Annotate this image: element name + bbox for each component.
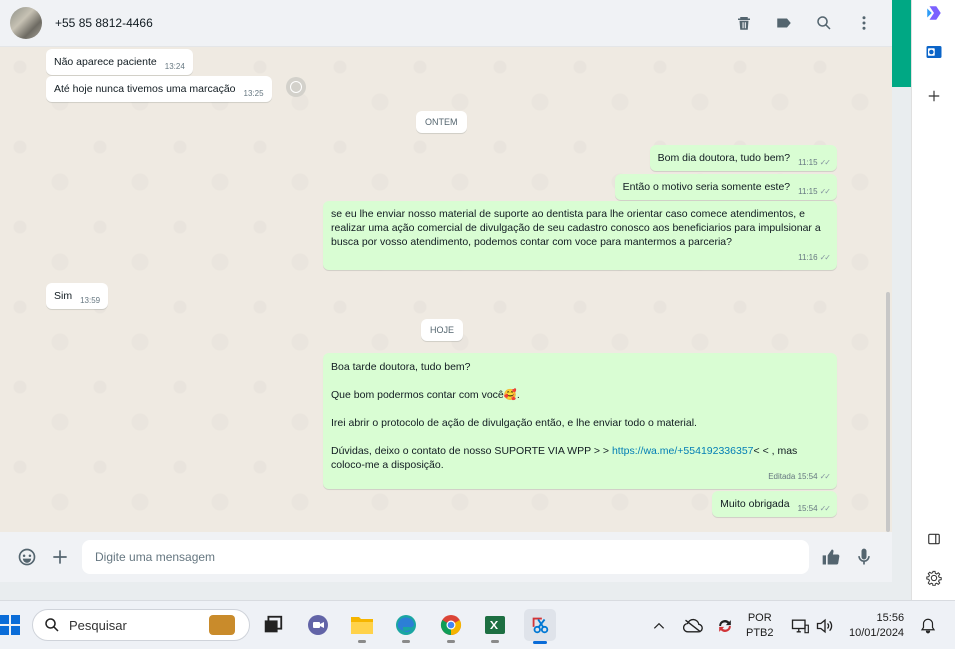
message-line: Boa tarde doutora, tudo bem? [331,361,471,373]
snipping-tool-icon[interactable] [524,609,556,644]
message-list[interactable]: Não aparece paciente 13:24 Até hoje nunca… [0,47,892,532]
attach-plus-icon[interactable] [49,546,71,568]
sidebar-toggle-icon[interactable] [924,529,944,549]
message-line: Que bom podermos contar com você🥰. [331,389,520,401]
thumbs-up-icon[interactable] [820,546,842,568]
message-text: Então o motivo seria somente este? [622,181,791,193]
chat-scrollbar[interactable] [886,292,890,532]
copilot-icon[interactable] [924,3,944,23]
taskbar-search[interactable]: Pesquisar [32,609,250,641]
chrome-icon[interactable] [437,611,465,643]
search-icon [45,618,59,632]
microphone-icon[interactable] [853,546,875,568]
clock[interactable]: 15:56 10/01/2024 [849,601,904,649]
sync-icon[interactable] [715,601,735,649]
react-emoji-icon[interactable] [286,77,306,97]
excel-icon[interactable] [481,611,509,643]
notification-bell-icon[interactable] [919,601,937,649]
edited-label: Editada [768,472,796,481]
windows-start-icon[interactable] [0,615,20,635]
message-line: Dúvidas, deixo o contato de nosso SUPORT… [331,444,829,472]
message-time: 15:54 [797,472,818,481]
message-text: Bom dia doutora, tudo bem? [657,152,791,164]
message-outgoing[interactable]: Muito obrigada 15:54 ✓✓ [712,491,837,517]
network-icon[interactable] [790,601,810,649]
read-ticks-icon: ✓✓ [819,472,831,481]
message-time: 11:15 [798,158,818,167]
message-text: Muito obrigada [720,498,790,510]
message-time: 13:25 [243,89,264,98]
support-link[interactable]: https://wa.me/+554192336357 [612,445,754,457]
volume-icon[interactable] [815,601,835,649]
outlook-icon[interactable] [924,42,944,62]
contact-name[interactable]: +55 85 8812-4466 [55,16,153,30]
emoji-icon[interactable] [16,546,38,568]
read-ticks-icon: ✓✓ [819,253,831,262]
add-icon[interactable] [924,86,944,106]
date-separator: ONTEM [416,111,467,133]
message-text: Dúvidas, deixo o contato de nosso SUPORT… [331,445,612,457]
chat-header: +55 85 8812-4466 [0,0,892,47]
message-outgoing[interactable]: Então o motivo seria somente este? 11:15 ✓… [614,174,837,200]
message-input[interactable] [82,540,809,574]
language-code: POR [747,611,772,624]
windows-taskbar: Pesquisar POR PTB2 15:56 10/01/2024 [0,600,955,649]
search-placeholder: Pesquisar [69,617,127,633]
message-outgoing[interactable]: Boa tarde doutora, tudo bem? Que bom pod… [323,353,837,489]
keyboard-layout: PTB2 [746,626,774,639]
message-line: Irei abrir o protocolo de ação de divulg… [331,417,697,429]
menu-icon[interactable] [854,12,874,34]
show-hidden-icons-chevron-icon[interactable] [652,601,666,649]
whatsapp-window: +55 85 8812-4466 Não aparece paciente 13:… [0,0,892,582]
label-icon[interactable] [774,12,794,34]
edge-browser-icon[interactable] [392,611,420,643]
file-explorer-icon[interactable] [348,611,376,643]
task-view-icon[interactable] [259,611,287,639]
message-time: 11:15 [798,187,818,196]
message-incoming[interactable]: Não aparece paciente 13:24 [46,49,193,75]
window-gutter [892,87,911,582]
search-icon[interactable] [814,12,834,34]
clock-time: 15:56 [876,611,905,624]
teams-icon[interactable] [304,611,332,639]
briefcase-icon [209,615,235,635]
message-text: Não aparece paciente [54,56,157,68]
delete-icon[interactable] [734,12,754,34]
message-outgoing[interactable]: Bom dia doutora, tudo bem? 11:15 ✓✓ [649,145,837,171]
message-outgoing[interactable]: se eu lhe enviar nosso material de supor… [323,201,837,270]
message-time: 13:59 [80,296,101,305]
cloud-offline-icon[interactable] [683,601,703,649]
edge-sidebar [911,0,955,600]
message-text: Até hoje nunca tivemos uma marcação [54,83,236,95]
message-time: 11:16 [798,253,818,262]
settings-gear-icon[interactable] [924,568,944,588]
input-language[interactable]: POR PTB2 [746,601,774,649]
message-time: 13:24 [164,62,185,71]
date-separator: HOJE [421,319,464,341]
contact-avatar[interactable] [10,7,42,39]
message-text: se eu lhe enviar nosso material de supor… [331,208,824,248]
window-accent-strip [892,0,911,87]
message-incoming[interactable]: Até hoje nunca tivemos uma marcação 13:25 [46,76,272,102]
message-composer [0,532,892,582]
read-ticks-icon: ✓✓ [819,187,831,196]
message-incoming[interactable]: Sim 13:59 [46,283,109,309]
message-text: Sim [54,290,73,302]
clock-date: 10/01/2024 [849,626,905,639]
read-ticks-icon: ✓✓ [819,504,831,513]
message-time: 15:54 [797,504,818,513]
read-ticks-icon: ✓✓ [819,158,831,167]
